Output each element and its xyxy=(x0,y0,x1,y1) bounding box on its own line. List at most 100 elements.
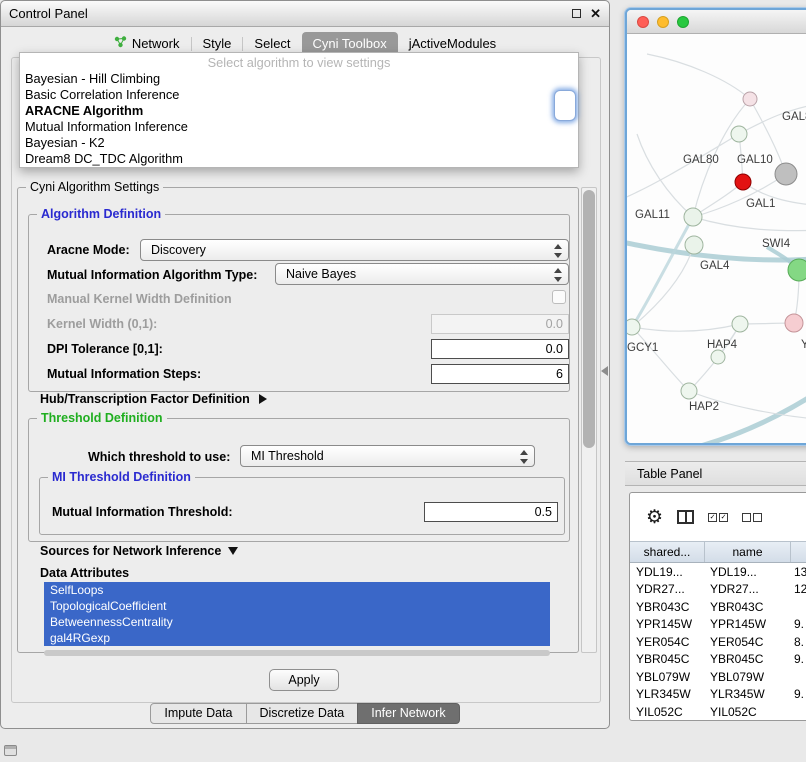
network-node[interactable] xyxy=(743,92,757,106)
network-node[interactable] xyxy=(775,163,797,185)
mi-type-select[interactable]: Naive Bayes xyxy=(275,263,569,285)
table-cell[interactable]: 13 xyxy=(791,565,806,579)
network-node[interactable] xyxy=(684,208,702,226)
table-cell[interactable]: YPR145W xyxy=(705,617,791,631)
popup-item-basic-correlation[interactable]: Basic Correlation Inference xyxy=(20,87,578,103)
table-toolbar: ⚙ ✓✓ xyxy=(630,493,806,541)
settings-scrollbar[interactable] xyxy=(581,187,597,653)
table-cell[interactable]: YPR145W xyxy=(630,617,705,631)
attribute-item[interactable]: SelfLoops xyxy=(44,582,550,598)
mi-threshold-input[interactable] xyxy=(424,502,558,522)
network-edge[interactable] xyxy=(632,324,740,331)
table-row[interactable]: YIL052CYIL052C xyxy=(630,703,806,720)
column-header-extra[interactable] xyxy=(791,542,806,562)
table-cell[interactable]: YBR045C xyxy=(630,652,705,666)
network-edge[interactable] xyxy=(627,134,739,199)
attribute-item[interactable]: gal4RGexp xyxy=(44,630,550,646)
zoom-traffic-light-icon[interactable] xyxy=(677,16,689,28)
mi-steps-input[interactable] xyxy=(431,364,569,384)
table-row[interactable]: YDR27...YDR27...12 xyxy=(630,581,806,599)
tab-infer-network[interactable]: Infer Network xyxy=(357,703,459,724)
network-node[interactable] xyxy=(788,259,806,281)
table-cell[interactable]: YBR045C xyxy=(705,652,791,666)
table-cell[interactable]: YIL052C xyxy=(705,705,791,719)
table-row[interactable]: YBR045CYBR045C9. xyxy=(630,651,806,669)
gear-icon[interactable]: ⚙ xyxy=(646,508,663,527)
table-cell[interactable]: 9. xyxy=(791,687,806,701)
network-node[interactable] xyxy=(627,319,640,335)
column-header-shared-name[interactable]: shared... xyxy=(630,542,705,562)
network-node[interactable] xyxy=(685,236,703,254)
network-window-titlebar[interactable] xyxy=(627,10,806,34)
attribute-item[interactable]: BetweennessCentrality xyxy=(44,614,550,630)
control-panel-titlebar[interactable]: Control Panel ✕ xyxy=(1,1,609,27)
dpi-tolerance-input[interactable] xyxy=(431,339,569,359)
manual-kernel-checkbox[interactable] xyxy=(552,290,566,304)
table-row[interactable]: YER054CYER054C8. xyxy=(630,633,806,651)
network-edge[interactable] xyxy=(632,327,689,391)
horizontal-scrollbar-thumb[interactable] xyxy=(44,650,550,656)
settings-scrollbar-thumb[interactable] xyxy=(583,190,595,448)
table-cell[interactable]: YDR27... xyxy=(705,582,791,596)
table-cell[interactable]: YBR043C xyxy=(705,600,791,614)
table-cell[interactable]: YLR345W xyxy=(705,687,791,701)
table-cell[interactable]: 9. xyxy=(791,652,806,666)
network-edge[interactable] xyxy=(647,54,750,99)
network-edge[interactable] xyxy=(632,217,693,327)
hub-definition-toggle[interactable]: Hub/Transcription Factor Definition xyxy=(40,392,267,406)
table-cell[interactable]: YLR345W xyxy=(630,687,705,701)
aracne-mode-select[interactable]: Discovery xyxy=(140,239,569,261)
network-node[interactable] xyxy=(711,350,725,364)
table-cell[interactable]: YIL052C xyxy=(630,705,705,719)
popup-item-bayesian-hill-climbing[interactable]: Bayesian - Hill Climbing xyxy=(20,71,578,87)
network-edge[interactable] xyxy=(693,217,806,231)
network-edge[interactable] xyxy=(632,245,694,327)
popup-item-aracne[interactable]: ARACNE Algorithm xyxy=(20,103,578,119)
table-cell[interactable]: 8. xyxy=(791,635,806,649)
columns-icon[interactable] xyxy=(677,510,694,524)
minimized-panel-icon[interactable] xyxy=(4,745,17,756)
kernel-width-input[interactable] xyxy=(431,314,569,334)
table-cell[interactable]: 12 xyxy=(791,582,806,596)
table-cell[interactable]: YDR27... xyxy=(630,582,705,596)
table-cell[interactable]: YBR043C xyxy=(630,600,705,614)
hide-columns-icon[interactable] xyxy=(742,513,762,522)
table-cell[interactable]: YBL079W xyxy=(630,670,705,684)
network-node[interactable] xyxy=(732,316,748,332)
minimize-traffic-light-icon[interactable] xyxy=(657,16,669,28)
sources-toggle[interactable]: Sources for Network Inference xyxy=(40,544,238,558)
apply-button[interactable]: Apply xyxy=(269,669,339,691)
network-edge[interactable] xyxy=(637,134,693,217)
table-row[interactable]: YPR145WYPR145W9. xyxy=(630,616,806,634)
table-row[interactable]: YDL19...YDL19...13 xyxy=(630,563,806,581)
tab-impute-data[interactable]: Impute Data xyxy=(150,703,246,724)
table-cell[interactable]: YBL079W xyxy=(705,670,791,684)
float-window-icon[interactable] xyxy=(572,9,581,18)
network-canvas[interactable]: GAL8GAL80GAL10GAL1GAL11SWI4GAL4GCY1HAP4Y… xyxy=(627,34,806,443)
tab-discretize-data[interactable]: Discretize Data xyxy=(246,703,359,724)
table-row[interactable]: YLR345WYLR345W9. xyxy=(630,686,806,704)
popup-item-bayesian-k2[interactable]: Bayesian - K2 xyxy=(20,135,578,151)
network-node[interactable] xyxy=(731,126,747,142)
popup-item-dream8[interactable]: Dream8 DC_TDC Algorithm xyxy=(20,151,578,167)
table-cell[interactable]: YER054C xyxy=(705,635,791,649)
network-node[interactable] xyxy=(785,314,803,332)
table-cell[interactable]: YER054C xyxy=(630,635,705,649)
panel-splitter-arrow[interactable] xyxy=(601,366,608,376)
focused-combo-button[interactable] xyxy=(554,90,576,121)
attribute-item[interactable]: TopologicalCoefficient xyxy=(44,598,550,614)
table-row[interactable]: YBL079WYBL079W xyxy=(630,668,806,686)
table-row[interactable]: YBR043CYBR043C xyxy=(630,598,806,616)
table-cell[interactable]: 9. xyxy=(791,617,806,631)
show-checked-columns-icon[interactable]: ✓✓ xyxy=(708,513,728,522)
cyni-algorithm-settings-group: Cyni Algorithm Settings Algorithm Defini… xyxy=(17,187,579,653)
close-icon[interactable]: ✕ xyxy=(590,7,601,20)
popup-item-mutual-information[interactable]: Mutual Information Inference xyxy=(20,119,578,135)
table-cell[interactable]: YDL19... xyxy=(630,565,705,579)
which-threshold-select[interactable]: MI Threshold xyxy=(240,445,535,467)
close-traffic-light-icon[interactable] xyxy=(637,16,649,28)
column-header-name[interactable]: name xyxy=(705,542,791,562)
network-node[interactable] xyxy=(735,174,751,190)
network-node[interactable] xyxy=(681,383,697,399)
table-cell[interactable]: YDL19... xyxy=(705,565,791,579)
